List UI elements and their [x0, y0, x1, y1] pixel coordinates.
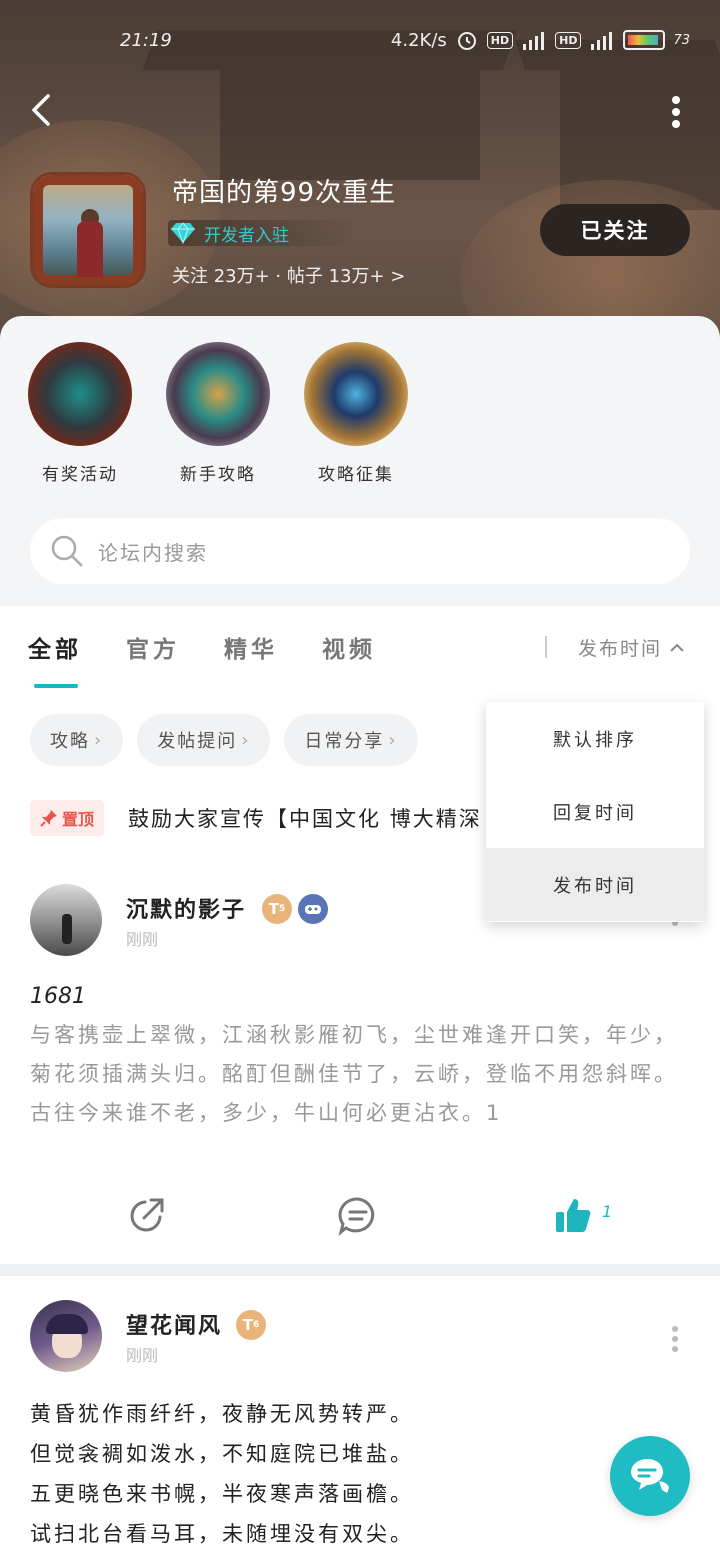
sort-option-reply-time[interactable]: 回复时间 [486, 775, 704, 848]
rewards-emblem-icon [28, 342, 132, 446]
hd-icon-2: HD [555, 31, 582, 49]
forum-search-input[interactable]: 论坛内搜索 [30, 518, 690, 584]
signal-icon [523, 32, 545, 50]
chat-bubble-icon [631, 1459, 669, 1493]
guide-emblem-icon [166, 342, 270, 446]
chip-label: 攻略 [50, 731, 90, 752]
search-icon [51, 535, 83, 567]
like-button[interactable] [554, 1196, 592, 1238]
sort-option-publish-time[interactable]: 发布时间 [486, 848, 704, 921]
signal-icon-2 [591, 32, 613, 50]
chip-label: 发帖提问 [157, 731, 238, 752]
battery-level: 73 [673, 32, 690, 48]
poem-line: 试扫北台看马耳，未随埋没有双尖。 [30, 1522, 414, 1546]
post-more-button[interactable] [672, 1326, 680, 1356]
post-body: 黄昏犹作雨纤纤，夜静无风势转严。 但觉衾裯如泼水，不知庭院已堆盐。 五更晓色来书… [30, 1394, 690, 1554]
game-title: 帝国的第99次重生 [172, 178, 397, 208]
avatar[interactable] [30, 884, 102, 956]
level-number: 5 [278, 904, 286, 914]
chevron-up-icon [670, 643, 684, 652]
poem-line: 黄昏犹作雨纤纤，夜静无风势转严。 [30, 1402, 414, 1426]
chevron-right-icon: › [94, 729, 104, 751]
avatar[interactable] [30, 1300, 102, 1372]
developer-badge-label: 开发者入驻 [204, 225, 289, 246]
tab-video[interactable]: 视频 [322, 630, 376, 664]
shortcut-guide-collection[interactable]: 攻略征集 [296, 342, 416, 485]
post-card[interactable]: 望花闻风 刚刚 T6 黄昏犹作雨纤纤，夜静无风势转严。 但觉衾裯如泼水，不知庭院… [0, 1276, 720, 1560]
poem-line: 五更晓色来书幌，半夜寒声落画檐。 [30, 1482, 414, 1506]
level-badge: T6 [236, 1310, 266, 1340]
divider [545, 636, 547, 658]
level-number: 6 [252, 1320, 260, 1330]
sort-current-label: 发布时间 [578, 638, 663, 660]
chip-daily-share[interactable]: 日常分享 › [284, 714, 418, 766]
diamond-icon [171, 222, 195, 244]
sort-dropdown: 默认排序 回复时间 发布时间 [486, 702, 704, 922]
shortcut-label: 新手攻略 [180, 465, 256, 485]
back-button[interactable] [26, 92, 62, 128]
alarm-icon [457, 32, 476, 50]
battery-icon [623, 30, 666, 50]
comment-button[interactable] [338, 1196, 378, 1240]
shortcut-label: 攻略征集 [318, 465, 394, 485]
share-button[interactable] [128, 1196, 166, 1238]
post-actions: 1 [0, 1196, 720, 1236]
tab-featured[interactable]: 精华 [224, 630, 278, 664]
thumbs-up-icon [556, 1199, 591, 1232]
post-time: 刚刚 [126, 1346, 159, 1365]
gamepad-badge-icon [298, 894, 328, 924]
author-name[interactable]: 望花闻风 [126, 1308, 222, 1340]
net-speed: 4.2K/s [390, 29, 447, 51]
comment-icon [338, 1197, 375, 1236]
tab-bar: 全部 官方 精华 视频 [28, 630, 376, 688]
post-body: 与客携壶上翠微，江涵秋影雁初飞，尘世难逢开口笑，年少，菊花须插满头归。酩酊但酬佳… [30, 1023, 678, 1125]
chip-label: 日常分享 [304, 731, 385, 752]
back-arrow-icon [32, 94, 50, 126]
post-time: 刚刚 [126, 930, 159, 949]
post-number: 1681 [30, 984, 86, 1009]
shortcut-label: 有奖活动 [42, 465, 118, 485]
forum-stats-link[interactable]: 关注 23万+ · 帖子 13万+ > [172, 262, 405, 288]
level-badge: T5 [262, 894, 292, 924]
category-chips: 攻略 › 发帖提问 › 日常分享 › [30, 714, 418, 766]
pinned-title: 鼓励大家宣传【中国文化 博大精深 [128, 807, 482, 831]
chevron-right-icon: › [388, 729, 398, 751]
developer-badge: 开发者入驻 [168, 220, 358, 246]
tab-all[interactable]: 全部 [28, 630, 82, 688]
shortcut-beginner-guide[interactable]: 新手攻略 [158, 342, 278, 485]
share-icon [130, 1198, 164, 1232]
shortcut-rewards[interactable]: 有奖活动 [20, 342, 140, 485]
collection-emblem-icon [304, 342, 408, 446]
more-options-button[interactable] [672, 96, 682, 128]
pinned-tag-label: 置顶 [62, 810, 95, 829]
author-name[interactable]: 沉默的影子 [126, 892, 246, 924]
game-icon [30, 172, 146, 288]
status-bar: 21:19 4.2K/s HD HD 73 [0, 26, 720, 58]
chevron-right-icon: › [241, 729, 251, 751]
chip-guide[interactable]: 攻略 › [30, 714, 124, 766]
sort-toggle[interactable]: 发布时间 [578, 634, 684, 661]
search-placeholder: 论坛内搜索 [98, 540, 208, 565]
sort-option-default[interactable]: 默认排序 [486, 702, 704, 775]
tab-official[interactable]: 官方 [126, 630, 180, 664]
new-post-button[interactable] [610, 1436, 690, 1516]
poem-line: 但觉衾裯如泼水，不知庭院已堆盐。 [30, 1442, 414, 1466]
hd-icon: HD [486, 31, 514, 49]
pin-icon [40, 810, 57, 827]
like-count: 1 [602, 1202, 613, 1221]
status-time: 21:19 [120, 30, 172, 51]
follow-button[interactable]: 已关注 [540, 204, 690, 256]
pinned-tag: 置顶 [30, 800, 105, 836]
chip-ask[interactable]: 发帖提问 › [137, 714, 271, 766]
forum-sheet: 有奖活动 新手攻略 攻略征集 论坛内搜索 [0, 316, 720, 606]
